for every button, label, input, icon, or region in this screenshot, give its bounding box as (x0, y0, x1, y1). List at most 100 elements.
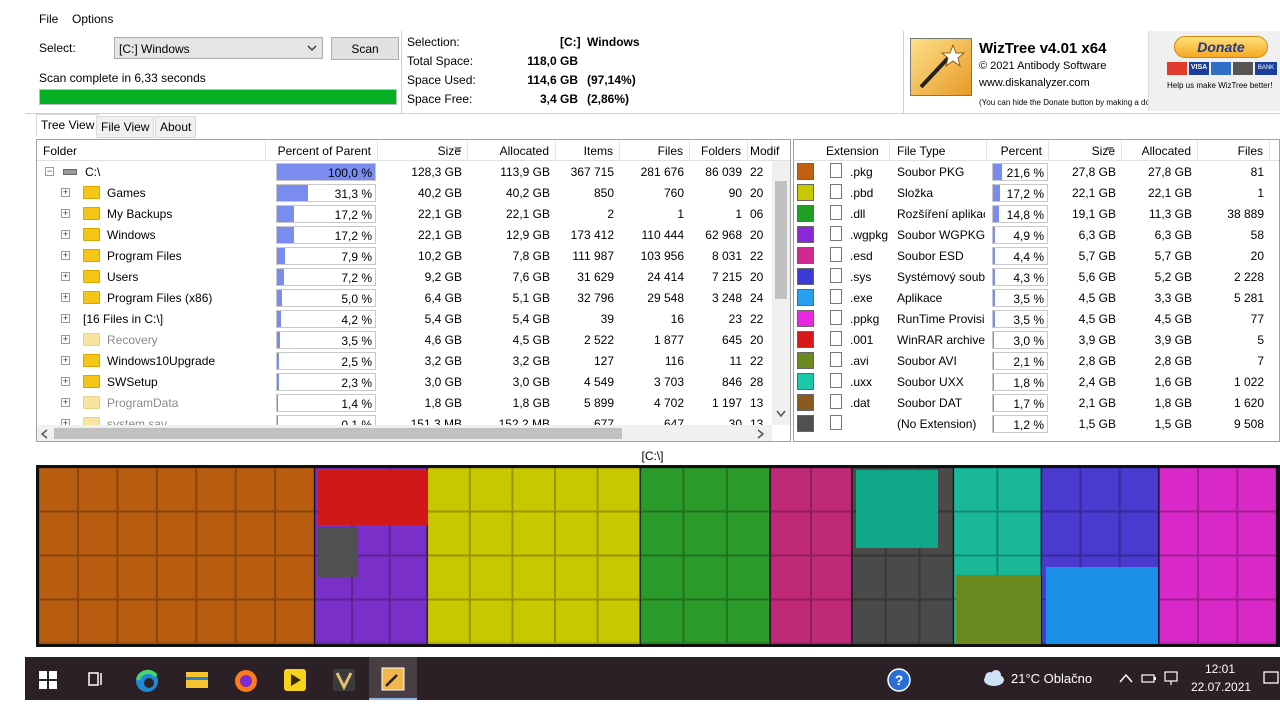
treemap-sub-block[interactable] (856, 470, 938, 548)
extension-row[interactable]: .dll Rozšíření aplikac 14,8 % 19,1 GB 11,3 G… (794, 203, 1279, 224)
scroll-right-icon[interactable] (757, 429, 765, 439)
expand-icon[interactable]: + (61, 335, 70, 344)
drive-select[interactable]: [C:] Windows (114, 37, 323, 59)
extension-row[interactable]: .001 WinRAR archive 3,0 % 3,9 GB 3,9 GB 5 (794, 329, 1279, 350)
extension-row[interactable]: .avi Soubor AVI 2,1 % 2,8 GB 2,8 GB 7 (794, 350, 1279, 371)
expand-icon[interactable]: + (61, 230, 70, 239)
scroll-down-icon[interactable] (776, 410, 786, 418)
pot-player-icon[interactable] (283, 668, 307, 692)
donate-button[interactable]: Donate (1174, 36, 1268, 58)
extension-row[interactable]: .pbd Složka 17,2 % 22,1 GB 22,1 GB 1 (794, 182, 1279, 203)
tree-horizontal-scrollbar[interactable] (37, 425, 772, 441)
column-header[interactable]: Folders (690, 140, 748, 160)
help-icon[interactable]: ? (887, 668, 911, 692)
tab-tree-view[interactable]: Tree View (36, 114, 100, 137)
tree-row[interactable]: + Program Files (x86) 5,0 % 6,4 GB 5,1 GB 32 … (37, 287, 790, 308)
firefox-icon[interactable] (233, 668, 257, 692)
expand-icon[interactable]: + (61, 272, 70, 281)
task-view-icon[interactable] (87, 670, 111, 694)
tree-row[interactable]: + Games 31,3 % 40,2 GB 40,2 GB 850 760 90 20 (37, 182, 790, 203)
tree-row[interactable]: + Users 7,2 % 9,2 GB 7,6 GB 31 629 24 414 7 215… (37, 266, 790, 287)
column-header[interactable]: File Type (891, 140, 987, 160)
treemap-sub-block[interactable] (1046, 567, 1158, 644)
scan-button[interactable]: Scan (331, 37, 399, 60)
size-value: 19,1 GB (1071, 207, 1116, 221)
extension-row[interactable]: .ppkg RunTime Provisio 3,5 % 4,5 GB 4,5 GB 77 (794, 308, 1279, 329)
tree-vertical-scrollbar[interactable] (772, 161, 790, 425)
percent-bar: 17,2 % (276, 205, 376, 223)
items-value: 32 796 (577, 291, 614, 305)
clock-date[interactable]: 22.07.2021 (1191, 680, 1251, 694)
extension-row[interactable]: .sys Systémový soubor 4,3 % 5,6 GB 5,2 GB 2 2… (794, 266, 1279, 287)
tree-row[interactable]: − C:\ 100,0 % 128,3 GB 113,9 GB 367 715 281 67… (37, 161, 790, 182)
size-value: 2,1 GB (1078, 396, 1116, 410)
expand-icon[interactable]: + (61, 356, 70, 365)
tab-file-view[interactable]: File View (96, 116, 155, 138)
expand-icon[interactable]: + (61, 377, 70, 386)
column-header[interactable]: Allocated (468, 140, 556, 160)
collapse-icon[interactable]: − (45, 167, 54, 176)
tree-row[interactable]: + SWSetup 2,3 % 3,0 GB 3,0 GB 4 549 3 703 846 28 (37, 371, 790, 392)
treemap-sub-block[interactable] (956, 575, 1041, 644)
extension-name: .avi (850, 354, 869, 368)
expand-icon[interactable]: + (61, 398, 70, 407)
extension-row[interactable]: .pkg Soubor PKG 21,6 % 27,8 GB 27,8 GB 81 (794, 161, 1279, 182)
chevron-up-icon[interactable] (1119, 673, 1143, 697)
extension-row[interactable]: (No Extension) 1,2 % 1,5 GB 1,5 GB 9 508 (794, 413, 1279, 434)
column-header[interactable]: Modif (748, 140, 779, 160)
file-type-name: Rozšíření aplikac (897, 207, 985, 221)
treemap-sub-block[interactable] (318, 527, 358, 577)
expand-icon[interactable]: + (61, 293, 70, 302)
column-header[interactable]: Percent of Parent (266, 140, 378, 160)
network-icon[interactable] (1163, 670, 1187, 694)
weather-text[interactable]: 21°C Oblačno (1011, 671, 1092, 686)
expand-icon[interactable]: + (61, 314, 70, 323)
column-header[interactable]: Files (620, 140, 690, 160)
column-header[interactable]: Percent (987, 140, 1049, 160)
tree-row[interactable]: + Program Files 7,9 % 10,2 GB 7,8 GB 111 987 1… (37, 245, 790, 266)
cloud-weather-icon[interactable] (981, 669, 1005, 693)
scrollbar-thumb[interactable] (775, 181, 787, 299)
expand-icon[interactable]: + (61, 209, 70, 218)
items-value: 127 (593, 354, 614, 368)
extension-name: .dat (850, 396, 871, 410)
tree-row[interactable]: + Windows10Upgrade 2,5 % 3,2 GB 3,2 GB 127 116… (37, 350, 790, 371)
clock-time[interactable]: 12:01 (1205, 662, 1235, 676)
tree-row[interactable]: + ProgramData 1,4 % 1,8 GB 1,8 GB 5 899 4 702 1… (37, 392, 790, 413)
scroll-left-icon[interactable] (41, 429, 49, 439)
edge-browser-icon[interactable] (134, 668, 158, 692)
expand-icon[interactable]: + (61, 251, 70, 260)
tree-row[interactable]: + [16 Files in C:\] 4,2 % 5,4 GB 5,4 GB 39 16 2… (37, 308, 790, 329)
wiztree-taskbar-button[interactable] (369, 657, 417, 700)
menu-file[interactable]: File (39, 12, 58, 26)
tree-row[interactable]: + Windows 17,2 % 22,1 GB 12,9 GB 173 412 110 4… (37, 224, 790, 245)
column-header[interactable]: Files (1198, 140, 1270, 160)
treemap[interactable] (36, 465, 1280, 647)
folder-name: My Backups (107, 207, 173, 221)
extension-row[interactable]: .uxx Soubor UXX 1,8 % 2,4 GB 1,6 GB 1 022 (794, 371, 1279, 392)
treemap-canvas[interactable] (36, 465, 1280, 647)
website-link[interactable]: www.diskanalyzer.com (979, 77, 1090, 89)
folder-name: Recovery (107, 333, 158, 347)
extension-row[interactable]: .esd Soubor ESD 4,4 % 5,7 GB 5,7 GB 20 (794, 245, 1279, 266)
tree-row[interactable]: + Recovery 3,5 % 4,6 GB 4,5 GB 2 522 1 877 645 2… (37, 329, 790, 350)
file-explorer-icon[interactable] (185, 668, 209, 692)
menu-options[interactable]: Options (72, 12, 113, 26)
tree-row[interactable]: + My Backups 17,2 % 22,1 GB 22,1 GB 2 1 1 06 (37, 203, 790, 224)
extension-row[interactable]: .exe Aplikace 3,5 % 4,5 GB 3,3 GB 5 281 (794, 287, 1279, 308)
game-launcher-icon[interactable] (332, 668, 356, 692)
battery-icon[interactable] (1141, 671, 1165, 695)
scrollbar-thumb[interactable] (54, 428, 622, 439)
column-header[interactable]: Folder (41, 140, 266, 160)
files-value: 81 (1250, 165, 1264, 179)
tab-about[interactable]: About (155, 116, 197, 138)
column-header[interactable]: Extension (820, 140, 890, 160)
column-header[interactable]: Items (556, 140, 620, 160)
expand-icon[interactable]: + (61, 188, 70, 197)
column-header[interactable]: Allocated (1122, 140, 1198, 160)
extension-row[interactable]: .dat Soubor DAT 1,7 % 2,1 GB 1,8 GB 1 620 (794, 392, 1279, 413)
extension-row[interactable]: .wgpkg Soubor WGPKG 4,9 % 6,3 GB 6,3 GB 58 (794, 224, 1279, 245)
treemap-sub-block[interactable] (318, 470, 428, 525)
notification-icon[interactable] (1263, 670, 1280, 694)
windows-start-icon[interactable] (39, 671, 63, 695)
